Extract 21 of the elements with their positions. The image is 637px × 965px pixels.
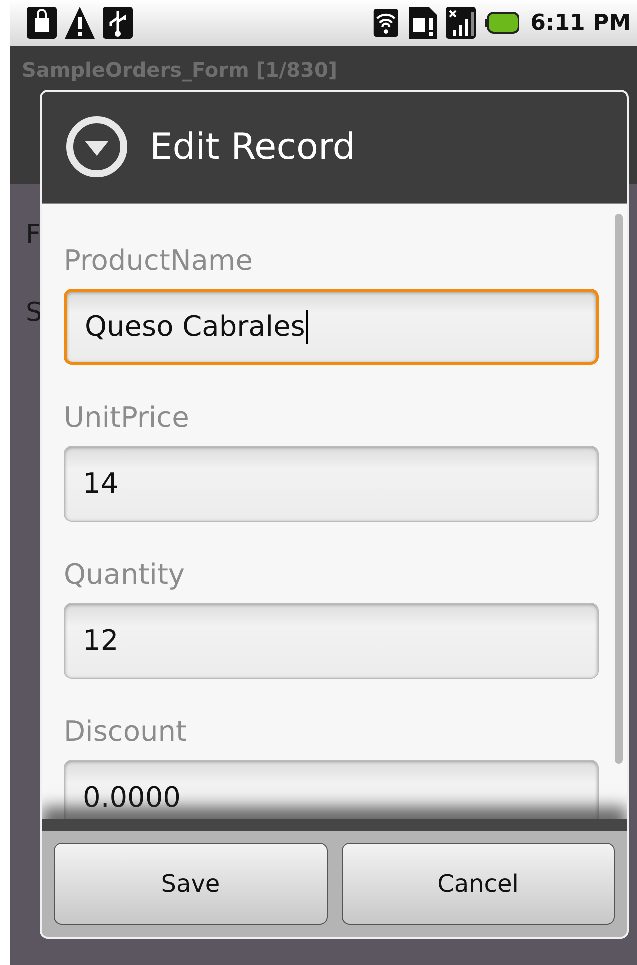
scrollbar[interactable]	[615, 214, 623, 764]
wifi-icon	[372, 6, 401, 40]
usb-icon	[102, 6, 134, 40]
status-time: 6:11 PM	[530, 10, 631, 36]
field-label: Discount	[64, 714, 188, 748]
input-field[interactable]: Queso Cabrales	[64, 288, 599, 365]
cancel-button[interactable]: Cancel	[342, 843, 615, 925]
dialog-title: Edit Record	[150, 126, 356, 168]
field-label: Quantity	[64, 558, 186, 591]
save-button[interactable]: Save	[54, 843, 328, 925]
warning-icon	[64, 6, 96, 40]
field-label: UnitPrice	[64, 400, 190, 434]
sim-card-icon	[406, 6, 439, 40]
signal-icon	[444, 6, 477, 40]
input-field[interactable]: 0.0000	[64, 760, 599, 819]
field-label: ProductName	[64, 244, 254, 277]
background-label: F	[26, 220, 41, 250]
input-field[interactable]: 14	[64, 446, 599, 522]
dropdown-circle-icon	[66, 116, 128, 178]
background-label: S	[26, 298, 43, 328]
input-field[interactable]: 12	[64, 602, 599, 679]
